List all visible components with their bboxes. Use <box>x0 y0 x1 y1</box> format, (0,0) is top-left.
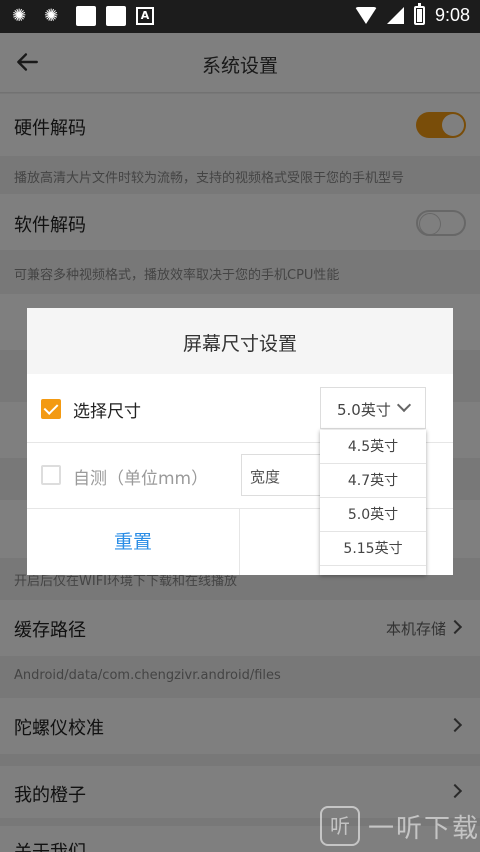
size-option[interactable]: 5.15英寸 <box>320 532 426 566</box>
status-bar: ✺ ✺ A 9:08 <box>0 0 480 33</box>
notification-icon <box>76 6 96 26</box>
wifi-icon <box>354 7 377 24</box>
width-input[interactable]: 宽度 <box>241 454 321 496</box>
uc-browser-icon-2: ✺ <box>44 6 59 26</box>
dialog-title: 屏幕尺寸设置 <box>182 333 297 355</box>
watermark-logo-icon: 听 <box>320 806 360 846</box>
status-time: 9:08 <box>434 5 470 25</box>
notification-icon-2 <box>106 6 126 26</box>
battery-icon <box>413 3 425 25</box>
size-option[interactable]: 4.7英寸 <box>320 464 426 498</box>
dialog-header: 屏幕尺寸设置 <box>27 308 453 374</box>
watermark-text: 一听下载 <box>368 813 480 844</box>
uc-browser-icon: ✺ <box>12 6 27 26</box>
width-input-placeholder: 宽度 <box>250 468 281 486</box>
watermark: 听 一听下载 <box>320 806 480 846</box>
size-option[interactable]: 5.0英寸 <box>320 498 426 532</box>
self-measure-checkbox[interactable] <box>41 465 61 485</box>
reset-button[interactable]: 重置 <box>27 510 239 575</box>
select-size-label: 选择尺寸 <box>73 402 141 422</box>
signal-icon <box>386 7 404 24</box>
size-option[interactable]: 4.5英寸 <box>320 430 426 464</box>
size-select-value: 5.0英寸 <box>337 401 391 419</box>
self-measure-label: 自测（单位mm） <box>73 469 209 489</box>
size-select[interactable]: 5.0英寸 <box>320 387 426 429</box>
chevron-down-icon <box>396 397 412 413</box>
a-badge-icon: A <box>136 7 154 25</box>
size-dropdown-list: 4.5英寸 4.7英寸 5.0英寸 5.15英寸 <box>320 430 426 575</box>
select-size-checkbox[interactable] <box>41 399 61 419</box>
